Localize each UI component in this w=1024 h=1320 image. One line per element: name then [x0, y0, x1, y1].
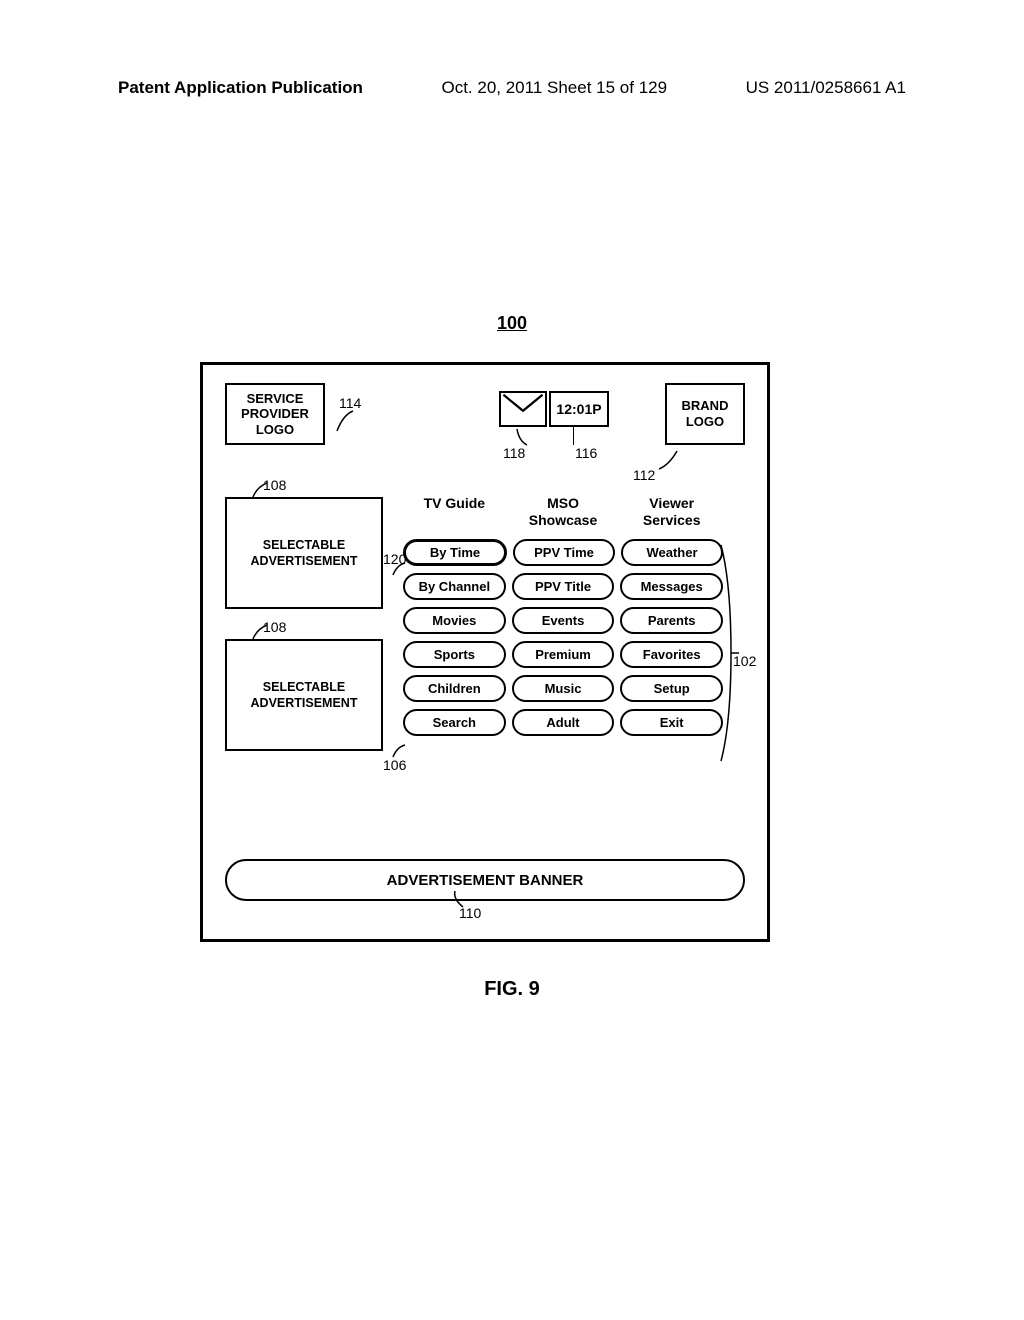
menu-row: Children Music Setup [403, 675, 723, 702]
menu-rows: By Time PPV Time Weather By Channel PPV … [403, 539, 723, 736]
menu-sports[interactable]: Sports [403, 641, 506, 668]
ref-118: 118 [503, 445, 525, 461]
menu-premium[interactable]: Premium [512, 641, 615, 668]
ads-column: SELECTABLE ADVERTISEMENT SELECTABLE ADVE… [225, 497, 383, 751]
lead-112 [657, 449, 679, 471]
menu-ppv-time[interactable]: PPV Time [513, 539, 615, 566]
service-provider-logo: SERVICE PROVIDER LOGO [225, 383, 325, 445]
ad2-label: SELECTABLE ADVERTISEMENT [227, 679, 381, 712]
top-bar: SERVICE PROVIDER LOGO 12:01P BRAND LOGO … [217, 383, 753, 463]
lead-108a [251, 481, 269, 499]
lead-106 [391, 743, 407, 759]
menu-search[interactable]: Search [403, 709, 506, 736]
menu-by-channel[interactable]: By Channel [403, 573, 506, 600]
header-left: Patent Application Publication [118, 78, 363, 98]
menu-column-headers: TV Guide MSO Showcase Viewer Services [403, 495, 723, 529]
menu-setup[interactable]: Setup [620, 675, 723, 702]
ref-116: 116 [575, 445, 597, 461]
service-provider-logo-label: SERVICE PROVIDER LOGO [227, 391, 323, 438]
menu-ppv-title[interactable]: PPV Title [512, 573, 615, 600]
menu-events[interactable]: Events [512, 607, 615, 634]
menu-exit[interactable]: Exit [620, 709, 723, 736]
ref-106: 106 [383, 757, 406, 773]
brand-logo-label: BRAND LOGO [667, 398, 743, 429]
lead-120 [391, 561, 407, 577]
mail-icon[interactable] [499, 391, 547, 427]
selectable-ad-1[interactable]: SELECTABLE ADVERTISEMENT [225, 497, 383, 609]
menu-movies[interactable]: Movies [403, 607, 506, 634]
menu-row: By Time PPV Time Weather [403, 539, 723, 566]
lead-102 [719, 543, 733, 763]
clock-display: 12:01P [549, 391, 609, 427]
lead-110 [451, 889, 467, 909]
tv-guide-screen-frame: SERVICE PROVIDER LOGO 12:01P BRAND LOGO … [200, 362, 770, 942]
menu-row: By Channel PPV Title Messages [403, 573, 723, 600]
menu-parents[interactable]: Parents [620, 607, 723, 634]
lead-108b [251, 623, 269, 641]
menu-music[interactable]: Music [512, 675, 615, 702]
menu-grid: TV Guide MSO Showcase Viewer Services By… [403, 495, 723, 736]
lead-116 [573, 427, 575, 445]
menu-by-time[interactable]: By Time [403, 539, 507, 566]
header-right: US 2011/0258661 A1 [746, 78, 906, 98]
ad-banner-label: ADVERTISEMENT BANNER [387, 872, 584, 889]
col-header-viewer-services: Viewer Services [620, 495, 723, 529]
menu-children[interactable]: Children [403, 675, 506, 702]
menu-row: Sports Premium Favorites [403, 641, 723, 668]
menu-messages[interactable]: Messages [620, 573, 723, 600]
header-mid: Oct. 20, 2011 Sheet 15 of 129 [441, 78, 667, 98]
brand-logo: BRAND LOGO [665, 383, 745, 445]
lead-114 [335, 409, 355, 433]
ref-102: 102 [733, 653, 756, 669]
figure-reference-number: 100 [0, 313, 1024, 334]
figure-caption: FIG. 9 [0, 978, 1024, 1001]
lead-118 [513, 427, 529, 447]
menu-row: Movies Events Parents [403, 607, 723, 634]
ref-112: 112 [633, 467, 655, 483]
advertisement-banner[interactable]: ADVERTISEMENT BANNER [225, 859, 745, 901]
ad1-label: SELECTABLE ADVERTISEMENT [227, 537, 381, 570]
patent-page-header: Patent Application Publication Oct. 20, … [118, 78, 906, 98]
clock-value: 12:01P [556, 401, 601, 417]
col-header-tv-guide: TV Guide [403, 495, 506, 529]
menu-adult[interactable]: Adult [512, 709, 615, 736]
selectable-ad-2[interactable]: SELECTABLE ADVERTISEMENT [225, 639, 383, 751]
col-header-mso-showcase: MSO Showcase [512, 495, 615, 529]
menu-weather[interactable]: Weather [621, 539, 723, 566]
menu-row: Search Adult Exit [403, 709, 723, 736]
menu-favorites[interactable]: Favorites [620, 641, 723, 668]
